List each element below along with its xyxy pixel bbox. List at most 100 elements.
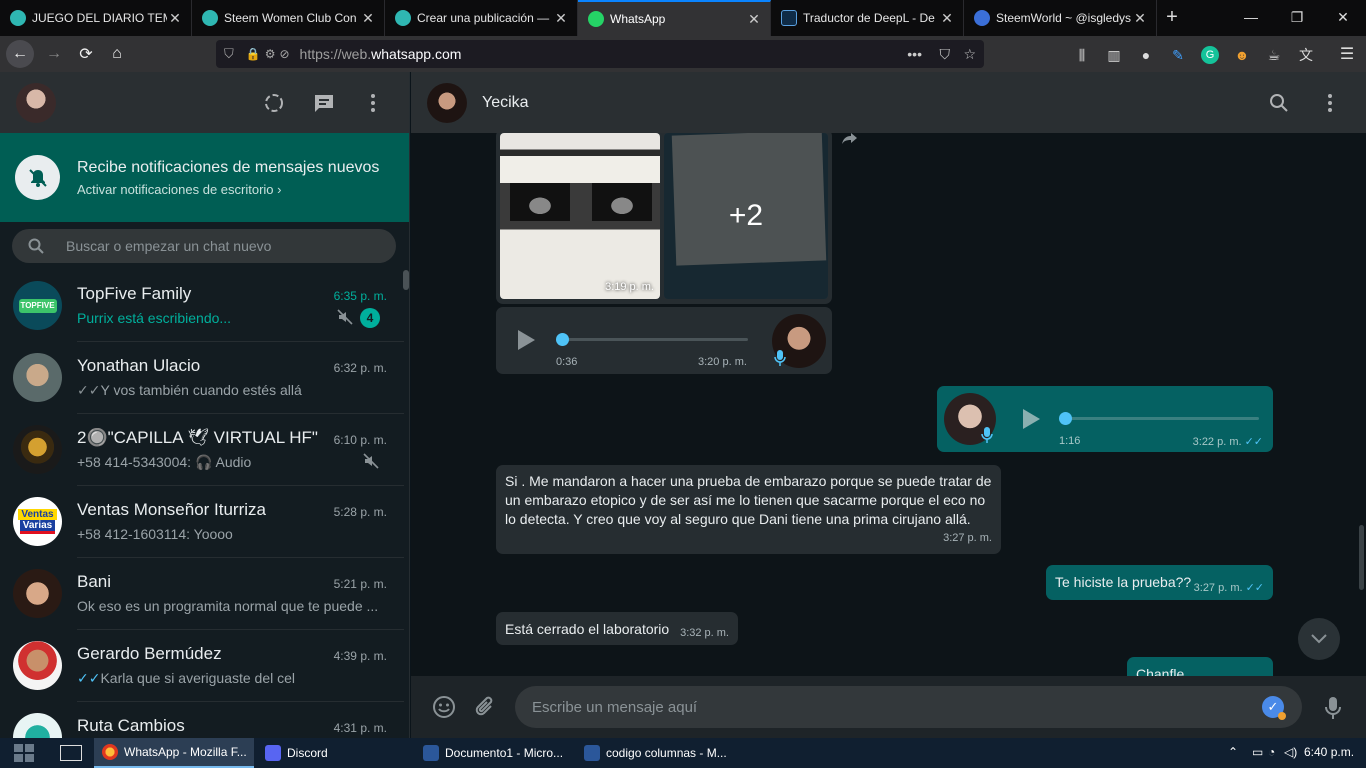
- close-icon[interactable]: ✕: [1132, 10, 1148, 27]
- browser-tab[interactable]: Traductor de DeepL - De ✕: [771, 0, 964, 36]
- firefox-icon: [102, 744, 118, 760]
- close-icon[interactable]: ✕: [939, 10, 955, 27]
- voice-message-outgoing[interactable]: 1:16 3:22 p. m. ✓✓: [937, 386, 1273, 452]
- close-icon[interactable]: ✕: [360, 10, 376, 27]
- extension-icon[interactable]: ✎: [1169, 46, 1187, 64]
- audio-progress-knob[interactable]: [1059, 412, 1072, 425]
- microphone-icon[interactable]: [1324, 696, 1342, 720]
- scroll-down-button[interactable]: [1298, 618, 1340, 660]
- voice-message-incoming[interactable]: 0:36 3:20 p. m.: [496, 307, 832, 374]
- tab-title: JUEGO DEL DIARIO TEMP: [32, 11, 167, 25]
- audio-progress-track[interactable]: [562, 338, 748, 341]
- chat-item-capilla-virtual[interactable]: 2🔘"CAPILLA 🕊 VIRTUAL HF" 6:10 p. m. +58 …: [0, 414, 404, 486]
- enable-notifications-link[interactable]: Activar notificaciones de escritorio ›: [77, 182, 282, 197]
- start-icon[interactable]: [14, 744, 34, 762]
- minimize-icon[interactable]: —: [1228, 0, 1274, 36]
- restore-icon[interactable]: ❐: [1274, 0, 1320, 36]
- back-icon[interactable]: ←: [6, 40, 34, 68]
- reload-icon[interactable]: ⟳: [72, 40, 100, 68]
- tab-title: Steem Women Club Con: [224, 11, 357, 25]
- message-input[interactable]: [532, 698, 1232, 716]
- steemit-icon: [395, 10, 411, 26]
- chat-last-message: Purrix está escribiendo...: [77, 310, 232, 326]
- search-box[interactable]: [12, 229, 396, 263]
- account-icon[interactable]: ●: [1137, 46, 1155, 64]
- chevron-up-icon[interactable]: ⌃: [1228, 745, 1238, 759]
- browser-tab[interactable]: JUEGO DEL DIARIO TEMP ✕: [0, 0, 192, 36]
- forward-icon[interactable]: [841, 133, 859, 145]
- close-icon[interactable]: ✕: [167, 10, 183, 27]
- close-icon[interactable]: ✕: [553, 10, 569, 27]
- attach-icon[interactable]: [474, 695, 496, 719]
- status-icon[interactable]: [263, 92, 285, 114]
- menu-dots-icon[interactable]: [1325, 92, 1335, 114]
- text-message-outgoing[interactable]: Chanfle: [1127, 657, 1273, 676]
- sidebar-scrollbar[interactable]: [403, 270, 409, 290]
- new-tab-icon[interactable]: +: [1160, 6, 1184, 30]
- menu-dots-icon[interactable]: [368, 92, 378, 114]
- translate-icon[interactable]: 文: [1297, 46, 1315, 64]
- chat-item-gerardo-bermudez[interactable]: Gerardo Bermúdez 4:39 p. m. ✓✓Karla que …: [0, 630, 404, 702]
- text-message-incoming[interactable]: Está cerrado el laboratorio 3:32 p. m.: [496, 612, 738, 645]
- contact-avatar[interactable]: [427, 83, 467, 123]
- bookmark-star-icon[interactable]: ☆: [963, 46, 976, 63]
- document-photo[interactable]: +2: [664, 133, 828, 299]
- close-window-icon[interactable]: ✕: [1320, 0, 1366, 36]
- search-input[interactable]: [66, 238, 366, 254]
- chat-item-topfive-family[interactable]: TOPFIVE TopFive Family 6:35 p. m. Purrix…: [0, 270, 404, 342]
- browser-tab[interactable]: SteemWorld ~ @isgledys ✕: [964, 0, 1157, 36]
- play-icon[interactable]: [1021, 408, 1041, 430]
- ultrasound-photo[interactable]: 3:19 p. m.: [500, 133, 660, 299]
- steemworld-icon: [974, 10, 990, 26]
- message-text: Está cerrado el laboratorio: [505, 621, 670, 637]
- taskbar-item-word[interactable]: Documento1 - Micro...: [415, 738, 575, 768]
- grammarly-icon[interactable]: G: [1201, 46, 1219, 64]
- more-photos-count: +2: [664, 133, 828, 299]
- home-icon[interactable]: ⌂: [103, 40, 131, 68]
- notification-banner[interactable]: Recibe notificaciones de mensajes nuevos…: [0, 133, 409, 222]
- word-icon: [423, 745, 439, 761]
- permissions-icon: ⚙: [264, 47, 276, 61]
- network-icon[interactable]: ◔: [1268, 745, 1275, 759]
- audio-progress-track[interactable]: [1067, 417, 1259, 420]
- extension-icon[interactable]: ☻: [1233, 46, 1251, 64]
- page-actions-icon[interactable]: •••: [907, 46, 922, 62]
- photo-album-message[interactable]: 3:19 p. m. +2: [496, 133, 832, 304]
- conversation-header[interactable]: Yecika: [411, 72, 1366, 133]
- new-chat-icon[interactable]: [313, 93, 335, 113]
- play-icon[interactable]: [516, 329, 536, 351]
- message-input-box[interactable]: ✓: [515, 686, 1302, 728]
- text-message-outgoing[interactable]: Te hiciste la prueba?? 3:27 p. m. ✓✓: [1046, 565, 1273, 600]
- message-time: 3:27 p. m.: [943, 532, 992, 544]
- chat-item-ruta-cambios[interactable]: Ruta Cambios 4:31 p. m.: [0, 702, 404, 738]
- extension-icon[interactable]: ☕: [1265, 46, 1283, 64]
- forward-icon[interactable]: →: [40, 40, 68, 68]
- browser-tab[interactable]: Steem Women Club Con ✕: [192, 0, 385, 36]
- message-scrollbar[interactable]: [1359, 525, 1364, 590]
- pocket-icon[interactable]: ⛉: [940, 46, 951, 63]
- user-avatar[interactable]: [16, 83, 56, 123]
- browser-tab-active[interactable]: WhatsApp ✕: [578, 0, 771, 36]
- url-bar[interactable]: ⛉ 🔒 ⚙ ⊘ https://web. whatsapp.com ••• ⛉ ☆: [216, 40, 984, 68]
- chat-item-yonathan-ulacio[interactable]: Yonathan Ulacio 6:32 p. m. ✓✓Y vos tambi…: [0, 342, 404, 414]
- sidebar-icon[interactable]: ▥: [1105, 46, 1123, 64]
- emoji-icon[interactable]: [432, 695, 456, 719]
- clock[interactable]: 6:40 p.m.: [1304, 745, 1354, 759]
- chat-item-ventas-monsenor[interactable]: Ventas Varias Ventas Monseñor Iturriza 5…: [0, 486, 404, 558]
- chat-time: 5:28 p. m.: [333, 505, 387, 519]
- volume-icon[interactable]: ◁): [1284, 745, 1297, 759]
- task-view-icon[interactable]: [60, 745, 82, 761]
- browser-tab[interactable]: Crear una publicación — ✕: [385, 0, 578, 36]
- chat-item-bani[interactable]: Bani 5:21 p. m. Ok eso es un programita …: [0, 558, 404, 630]
- discord-icon: [265, 745, 281, 761]
- menu-icon[interactable]: ☰: [1338, 46, 1356, 64]
- library-icon[interactable]: ⫼: [1073, 46, 1091, 64]
- taskbar-item-word[interactable]: codigo columnas - M...: [576, 738, 736, 768]
- text-message-incoming[interactable]: Si . Me mandaron a hacer una prueba de e…: [496, 465, 1001, 554]
- search-icon[interactable]: [1269, 93, 1289, 113]
- taskbar-item-discord[interactable]: Discord: [257, 738, 410, 768]
- audio-progress-knob[interactable]: [556, 333, 569, 346]
- taskbar-item-firefox[interactable]: WhatsApp - Mozilla F...: [94, 738, 254, 768]
- battery-icon[interactable]: ▭: [1252, 745, 1263, 759]
- close-icon[interactable]: ✕: [746, 11, 762, 28]
